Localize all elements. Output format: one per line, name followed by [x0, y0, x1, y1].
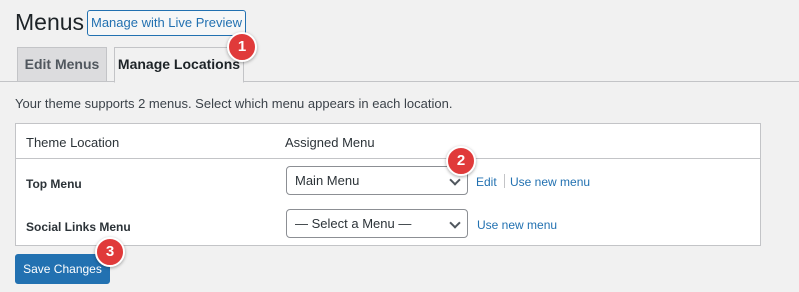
use-new-menu-link-top[interactable]: Use new menu — [510, 175, 590, 189]
table-header-row: Theme Location Assigned Menu — [16, 124, 760, 159]
tab-manage-locations[interactable]: Manage Locations — [114, 47, 244, 83]
location-label-social-links-menu: Social Links Menu — [26, 220, 131, 234]
step-badge-2: 2 — [446, 146, 476, 176]
top-menu-select[interactable]: Main Menu — [286, 166, 468, 195]
use-new-menu-link-social[interactable]: Use new menu — [477, 218, 557, 232]
header-theme-location: Theme Location — [26, 135, 120, 150]
social-links-select-value: — Select a Menu — — [295, 216, 412, 231]
step-badge-3: 3 — [95, 237, 125, 267]
menu-locations-table: Theme Location Assigned Menu Top Menu Ma… — [15, 123, 761, 246]
edit-menu-link[interactable]: Edit — [476, 175, 497, 189]
header-assigned-menu: Assigned Menu — [285, 135, 375, 150]
top-menu-select-value: Main Menu — [295, 173, 360, 188]
step-badge-1: 1 — [227, 32, 257, 62]
chevron-down-icon — [449, 217, 461, 229]
tab-edit-menus[interactable]: Edit Menus — [17, 47, 107, 82]
social-links-menu-select[interactable]: — Select a Menu — — [286, 209, 468, 238]
link-separator — [504, 174, 505, 188]
page-title: Menus — [15, 9, 85, 35]
location-label-top-menu: Top Menu — [26, 177, 82, 191]
manage-live-preview-button[interactable]: Manage with Live Preview — [87, 10, 246, 36]
intro-text: Your theme supports 2 menus. Select whic… — [15, 96, 453, 111]
chevron-down-icon — [449, 174, 461, 186]
